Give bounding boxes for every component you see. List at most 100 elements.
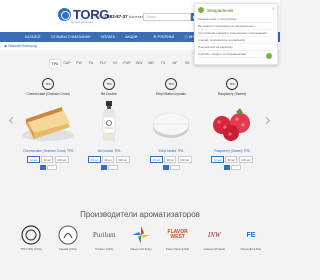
volume-option[interactable]: 10 мл (211, 156, 224, 163)
raspberry-image (213, 108, 250, 141)
popup-item[interactable]: Спасибо, следите за обновлениями (198, 51, 274, 58)
popup-item[interactable]: Подписаться на рассылку (198, 44, 274, 51)
cheesecake-image (22, 107, 74, 141)
manufacturer-item[interactable]: FE FlavourEr (USA) (236, 224, 266, 274)
product-card[interactable]: TPA Bit Double Bit Double TPA 10 мл 30 м… (79, 78, 139, 170)
product-name[interactable]: Raspberry (Sweet) (202, 92, 262, 96)
carousel-next-icon[interactable] (262, 116, 271, 125)
manufacturer-logo: FLAVOR WEST (167, 229, 188, 240)
logo-mark-icon (58, 8, 71, 21)
nav-payment[interactable]: ОПЛАТА (101, 35, 115, 39)
manufacturer-item[interactable]: TPA (TFA) (USA) (16, 224, 46, 274)
product-name[interactable]: Cheesecake (Graham Crust) (18, 92, 78, 96)
tab-fw[interactable]: FW (73, 59, 85, 67)
tab-pur[interactable]: PUR (121, 59, 133, 67)
manufacturer-item[interactable]: Purilum Purilum (USA) (89, 224, 119, 274)
product-image[interactable] (79, 97, 139, 147)
manufacturer-logo: Purilum (93, 231, 116, 239)
cart-button[interactable] (223, 165, 230, 170)
phone-number: 983-87-37 (107, 14, 128, 19)
volume-options: 10 мл 30 мл 100 мл (202, 156, 262, 163)
popup-item[interactable]: поступлении товаров и специальных предло… (198, 30, 274, 37)
tab-in[interactable]: IN (109, 59, 121, 67)
volume-option[interactable]: 100 мл (238, 156, 253, 163)
brand-logo-icon: TPA (103, 78, 115, 90)
nav-promotions[interactable]: АКЦИИ (125, 35, 137, 39)
product-name[interactable]: Bit Double (79, 92, 139, 96)
manufacturers-heading: Производители ароматизаторов (80, 210, 200, 219)
volume-option[interactable]: 30 мл (102, 156, 115, 163)
volume-options: 10 мл 30 мл 100 мл (79, 156, 139, 163)
brand-logo-icon: TPA (165, 78, 177, 90)
phone-contact[interactable]: +7 (495) 983-87-37 Контакты ▾ (91, 14, 149, 19)
tab-lk[interactable]: ЛК (181, 59, 193, 67)
manufacturer-item[interactable]: Flavour Art (Italy) (126, 224, 156, 274)
quantity-input[interactable] (46, 165, 57, 170)
carousel-prev-icon[interactable] (8, 116, 17, 125)
search-input[interactable]: Поиск (143, 13, 191, 21)
tab-cap[interactable]: CAP (61, 59, 73, 67)
popup-title: Уведомления (207, 7, 234, 13)
product-image[interactable] (141, 97, 201, 147)
product-image[interactable] (18, 97, 78, 147)
volume-option[interactable]: 30 мл (41, 156, 54, 163)
volume-option[interactable]: 10 мл (27, 156, 40, 163)
volume-option[interactable]: 30 мл (225, 156, 238, 163)
manufacturer-name: Purilum (USA) (95, 247, 114, 251)
cart-button[interactable] (100, 165, 107, 170)
volume-option[interactable]: 100 мл (115, 156, 130, 163)
phone-prefix: +7 (495) (91, 14, 107, 19)
manufacturers-list: TPA (TFA) (USA) Capella (USA) Purilum Pu… (16, 224, 266, 274)
bottle-image (102, 101, 116, 141)
nav-catalog[interactable]: КАТАЛОГ (25, 35, 41, 39)
nav-rubrics[interactable]: ☰ РУБРИКИ (153, 35, 174, 39)
manufacturer-item[interactable]: FLAVOR WEST Flavor West (USA) (163, 224, 193, 274)
popup-item[interactable]: Уведомления о поступлении (198, 16, 274, 23)
tab-tch[interactable]: ТЧ (157, 59, 169, 67)
notification-badge-icon[interactable] (266, 53, 272, 59)
tab-tpa[interactable]: TPA (49, 59, 61, 67)
product-title-link[interactable]: Ethyl Maltol TPA (141, 149, 201, 153)
volume-options: 10 мл 30 мл 100 мл (141, 156, 201, 163)
product-title-link[interactable]: Cheesecake (Graham Crust) TPA (18, 149, 78, 153)
close-icon[interactable]: ✕ (272, 6, 275, 11)
product-title-link[interactable]: Raspberry (Sweet) TPA (202, 149, 262, 153)
volume-option[interactable]: 10 мл (88, 156, 101, 163)
manufacturer-item[interactable]: Capella (USA) (53, 224, 83, 274)
product-card[interactable]: TPA Cheesecake (Graham Crust) Cheesecake… (18, 78, 78, 170)
volume-option[interactable]: 100 мл (54, 156, 69, 163)
manufacturer-logo: FE (246, 231, 256, 239)
popup-item[interactable]: и акций, подпишитесь на рассылку (198, 37, 274, 44)
tab-mf[interactable]: MF (169, 59, 181, 67)
quantity-input[interactable] (230, 165, 241, 170)
cart-button[interactable] (162, 165, 169, 170)
quantity-input[interactable] (107, 165, 118, 170)
cart-button[interactable] (39, 165, 46, 170)
tab-flv[interactable]: FLV (97, 59, 109, 67)
manufacturer-name: Inawera (Poland) (203, 247, 225, 251)
popup-list: Уведомления о поступлении Вы можете подп… (195, 16, 277, 58)
volume-option[interactable]: 30 мл (164, 156, 177, 163)
nav-reviews[interactable]: ОТЗЫВЫ О МАГАЗИНЕ (51, 35, 91, 39)
product-title-link[interactable]: Bit Double TPA (79, 149, 139, 153)
manufacturer-item[interactable]: INW Inawera (Poland) (199, 224, 229, 274)
quantity-input[interactable] (169, 165, 180, 170)
product-card[interactable]: TPA Ethyl Maltol crystals Ethyl Maltol T… (141, 78, 201, 170)
buy-row (141, 165, 201, 170)
product-card[interactable]: TPA Raspberry (Sweet) Raspberry (Sweet) … (202, 78, 262, 170)
buy-row (18, 165, 78, 170)
volume-option[interactable]: 100 мл (177, 156, 192, 163)
city-selector[interactable]: ◉ Нижний Новгород (4, 44, 37, 48)
product-name[interactable]: Ethyl Maltol crystals (141, 92, 201, 96)
manufacturer-logo (16, 224, 46, 246)
tab-je[interactable]: ЖЕ (145, 59, 157, 67)
buy-row (79, 165, 139, 170)
manufacturer-name: FlavourEr (USA) (240, 247, 262, 251)
volume-option[interactable]: 10 мл (150, 156, 163, 163)
logo-subtitle: ароматизаторы (71, 20, 93, 24)
popup-item[interactable]: Вы можете подписаться на уведомления о (198, 23, 274, 30)
product-image[interactable] (202, 97, 262, 147)
tab-inw[interactable]: INW (133, 59, 145, 67)
city-name: Нижний Новгород (8, 44, 38, 48)
tab-fa[interactable]: FA (85, 59, 97, 67)
